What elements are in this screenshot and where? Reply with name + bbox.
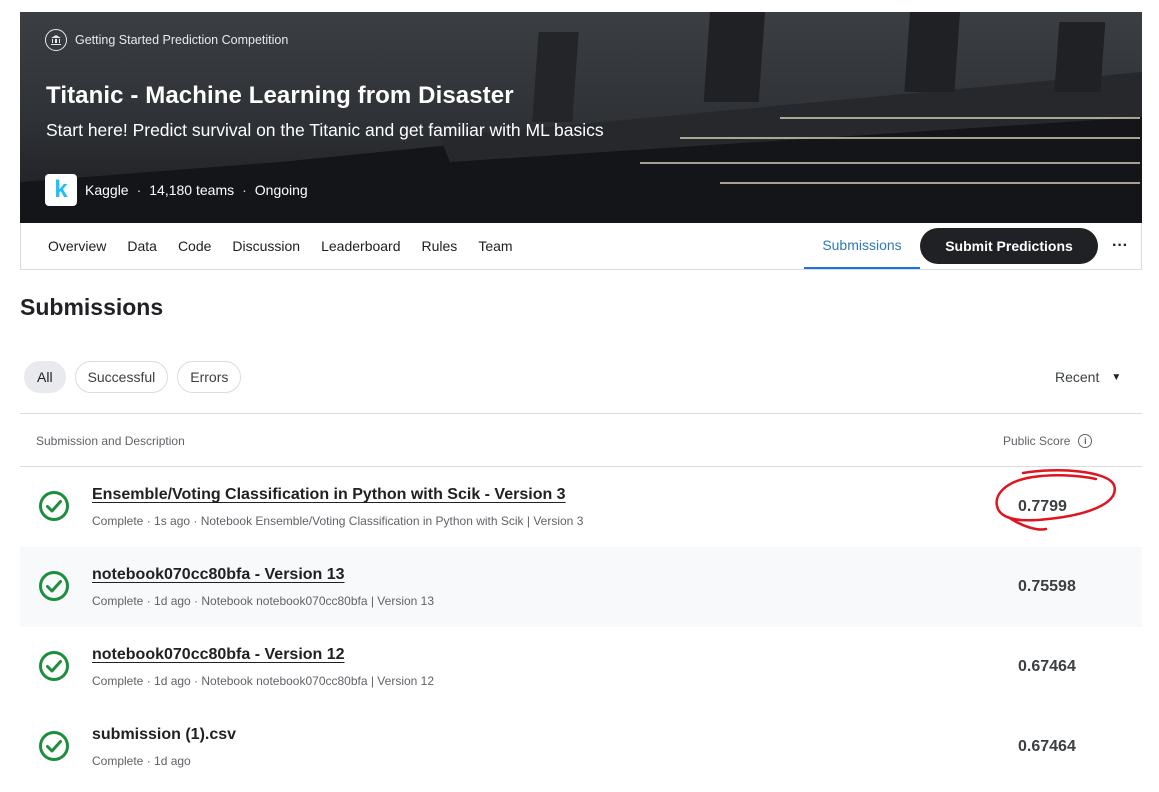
submission-meta: Complete · 1d ago · Notebook notebook070…	[92, 674, 435, 688]
kaggle-logo-icon[interactable]: k	[45, 174, 77, 206]
public-score: 0.67464	[1018, 738, 1076, 755]
table-row: submission (1).csv Complete · 1d ago 0.6…	[20, 707, 1142, 787]
tab-overview[interactable]: Overview	[48, 238, 106, 254]
submit-predictions-button[interactable]: Submit Predictions	[920, 228, 1098, 264]
more-options-icon[interactable]: ···	[1107, 233, 1133, 259]
check-circle-icon	[39, 731, 69, 761]
team-count: 14,180 teams	[149, 182, 235, 198]
separator: ·	[136, 182, 142, 198]
submission-filters: All Successful Errors	[24, 361, 242, 393]
column-header-submission: Submission and Description	[36, 434, 185, 448]
public-score: 0.75598	[1018, 578, 1076, 595]
host-info: k Kaggle · 14,180 teams · Ongoing	[45, 174, 308, 206]
sort-label: Recent	[1055, 369, 1100, 385]
submission-name[interactable]: Ensemble/Voting Classification in Python…	[92, 486, 566, 504]
submission-meta: Complete · 1d ago · Notebook notebook070…	[92, 594, 435, 608]
submission-name[interactable]: notebook070cc80bfa - Version 12	[92, 646, 345, 664]
competition-subtitle: Start here! Predict survival on the Tita…	[46, 120, 604, 140]
competition-nav: Overview Data Code Discussion Leaderboar…	[20, 223, 1142, 270]
check-circle-icon	[39, 571, 69, 601]
filter-chip-successful[interactable]: Successful	[74, 361, 169, 393]
tab-team[interactable]: Team	[478, 238, 512, 254]
submission-meta: Complete · 1d ago	[92, 754, 191, 768]
column-header-score-label: Public Score	[1003, 434, 1071, 448]
submission-name[interactable]: notebook070cc80bfa - Version 13	[92, 566, 345, 584]
tab-code[interactable]: Code	[178, 238, 211, 254]
tab-submissions[interactable]: Submissions	[804, 223, 920, 269]
public-score: 0.7799	[1018, 498, 1067, 515]
page-title: Submissions	[20, 294, 164, 320]
nav-tabs: Overview Data Code Discussion Leaderboar…	[48, 223, 513, 269]
bank-icon	[45, 29, 67, 51]
tab-data[interactable]: Data	[127, 238, 157, 254]
check-circle-icon	[39, 491, 69, 521]
filter-chip-errors[interactable]: Errors	[177, 361, 242, 393]
tab-discussion[interactable]: Discussion	[232, 238, 300, 254]
filter-chip-all[interactable]: All	[24, 361, 66, 393]
host-name[interactable]: Kaggle	[85, 182, 129, 198]
competition-status: Ongoing	[254, 182, 308, 198]
caret-down-icon: ▼	[1111, 371, 1122, 383]
table-row: notebook070cc80bfa - Version 13 Complete…	[20, 547, 1142, 627]
check-circle-icon	[39, 651, 69, 681]
competition-header-banner: Getting Started Prediction Competition T…	[20, 12, 1142, 223]
tab-leaderboard[interactable]: Leaderboard	[321, 238, 400, 254]
column-header-score: Public Score i	[1003, 434, 1093, 448]
sort-dropdown[interactable]: Recent ▼	[1055, 369, 1121, 385]
submission-meta: Complete · 1s ago · Notebook Ensemble/Vo…	[92, 514, 584, 528]
submission-name[interactable]: submission (1).csv	[92, 726, 236, 744]
public-score: 0.67464	[1018, 658, 1076, 675]
competition-type: Getting Started Prediction Competition	[45, 29, 288, 51]
separator: ·	[242, 182, 247, 198]
info-icon[interactable]: i	[1078, 434, 1093, 448]
competition-type-label: Getting Started Prediction Competition	[75, 33, 289, 47]
table-header: Submission and Description Public Score …	[20, 413, 1142, 467]
table-row: Ensemble/Voting Classification in Python…	[20, 467, 1142, 547]
competition-title: Titanic - Machine Learning from Disaster	[46, 82, 514, 109]
table-row: notebook070cc80bfa - Version 12 Complete…	[20, 627, 1142, 707]
tab-rules[interactable]: Rules	[422, 238, 458, 254]
submissions-table: Submission and Description Public Score …	[20, 413, 1142, 787]
